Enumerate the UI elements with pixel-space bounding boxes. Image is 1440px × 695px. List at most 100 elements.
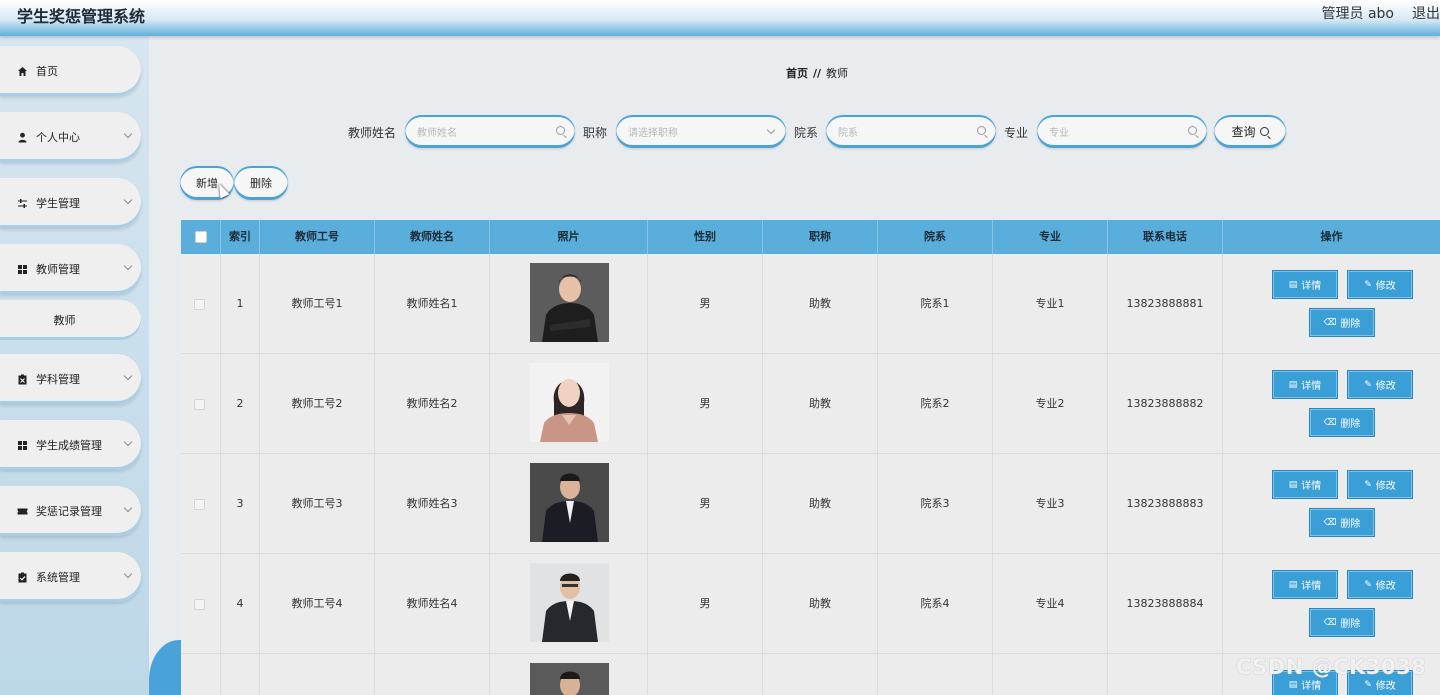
delete-button[interactable]: ⌫ 删除: [1310, 509, 1374, 536]
sidebar-item-label: 系统管理: [36, 571, 80, 584]
edit-button[interactable]: ✎ 修改: [1348, 571, 1412, 598]
chevron-up-icon: [123, 261, 133, 271]
column-header: 教师工号: [260, 220, 375, 254]
table-row: 1 教师工号1 教师姓名1 男 助教 院系1 专业1 13823888881 ▤…: [181, 254, 1440, 354]
row-checkbox[interactable]: [194, 599, 205, 610]
current-user: 管理员 abo: [1321, 6, 1394, 22]
teacher-name-label: 教师姓名: [348, 126, 397, 140]
chevron-down-icon: [123, 503, 133, 513]
trash-icon: ⌫: [1323, 417, 1337, 428]
delete-button[interactable]: ⌫ 删除: [1310, 309, 1374, 336]
detail-button-label: 详情: [1301, 481, 1322, 492]
document-icon: ▤: [1288, 279, 1298, 290]
document-icon: ▤: [1288, 679, 1298, 690]
edit-button-label: 修改: [1375, 681, 1396, 692]
column-header: 专业: [993, 220, 1108, 254]
teacher-photo: [530, 663, 609, 695]
chevron-down-icon: [123, 129, 133, 139]
major-placeholder: 专业: [1049, 128, 1069, 139]
sidebar-item-subjects[interactable]: 学科管理: [0, 354, 141, 404]
cell-teacher-name: 教师姓名2: [375, 354, 490, 454]
cell-phone: 13823888881: [1108, 254, 1223, 354]
teacher-photo: [530, 563, 609, 642]
detail-button[interactable]: ▤ 详情: [1273, 271, 1337, 298]
query-button[interactable]: 查询: [1214, 115, 1286, 148]
cell-department: [878, 654, 993, 695]
major-input[interactable]: 专业: [1037, 115, 1207, 148]
pencil-icon: ✎: [1364, 579, 1372, 590]
table-header: 索引 教师工号 教师姓名 照片 性别 职称 院系 专业 联系电话 操作: [181, 220, 1440, 254]
teacher-name-input[interactable]: 教师姓名: [405, 115, 575, 148]
cell-job-title: 助教: [763, 554, 878, 654]
sidebar-item-home[interactable]: 首页: [0, 46, 141, 96]
logout-link[interactable]: 退出: [1412, 3, 1440, 23]
sidebar-item-label: 学生成绩管理: [36, 439, 102, 452]
sidebar-item-teachers[interactable]: 教师管理: [0, 244, 141, 294]
sidebar-item-label: 学科管理: [36, 373, 80, 386]
cell-gender: 男: [648, 254, 763, 354]
search-icon: [977, 126, 986, 135]
delete-button-label: 删除: [1340, 519, 1361, 530]
sidebar-item-label: 首页: [36, 65, 58, 78]
row-select-cell: [181, 654, 221, 695]
pencil-icon: ✎: [1364, 379, 1372, 390]
chevron-down-icon: [123, 569, 133, 579]
sidebar-item-grades[interactable]: 学生成绩管理: [0, 420, 141, 470]
sidebar-subitem-teacher[interactable]: 教师: [0, 300, 141, 340]
cell-teacher-id: 教师工号3: [260, 454, 375, 554]
detail-button[interactable]: ▤ 详情: [1273, 471, 1337, 498]
edit-button-label: 修改: [1375, 281, 1396, 292]
column-header: 职称: [763, 220, 878, 254]
home-icon: [17, 66, 28, 77]
detail-button-label: 详情: [1301, 281, 1322, 292]
sidebar-item-students[interactable]: 学生管理: [0, 178, 141, 228]
cell-teacher-id: 教师工号2: [260, 354, 375, 454]
clipboard-x-icon: [17, 374, 28, 385]
top-bar: 学生奖惩管理系统 管理员 abo 退出: [0, 0, 1440, 36]
breadcrumb: 首页 // 教师: [786, 65, 848, 81]
row-select-cell: [181, 254, 221, 354]
edit-button[interactable]: ✎ 修改: [1348, 271, 1412, 298]
column-header: 教师姓名: [375, 220, 490, 254]
grid-icon: [17, 264, 28, 275]
edit-button-label: 修改: [1375, 481, 1396, 492]
search-icon: [1259, 127, 1269, 136]
bulk-delete-button[interactable]: 删除: [234, 166, 288, 200]
sidebar-item-label: 奖惩记录管理: [36, 505, 102, 518]
department-label: 院系: [794, 126, 819, 140]
delete-button[interactable]: ⌫ 删除: [1310, 409, 1374, 436]
department-placeholder: 院系: [838, 128, 858, 139]
select-all-checkbox[interactable]: [195, 231, 207, 243]
cell-major: 专业1: [993, 254, 1108, 354]
cell-operations: [1223, 554, 1440, 654]
edit-button[interactable]: ✎ 修改: [1348, 371, 1412, 398]
cell-major: 专业4: [993, 554, 1108, 654]
cell-gender: 男: [648, 454, 763, 554]
detail-button[interactable]: ▤ 详情: [1273, 371, 1337, 398]
detail-button[interactable]: ▤ 详情: [1273, 571, 1337, 598]
cell-department: 院系1: [878, 254, 993, 354]
cell-teacher-id: [260, 654, 375, 695]
cell-teacher-id: 教师工号1: [260, 254, 375, 354]
breadcrumb-home[interactable]: 首页: [786, 67, 808, 80]
detail-button-label: 详情: [1301, 681, 1322, 692]
sidebar-item-system[interactable]: 系统管理: [0, 552, 141, 602]
sidebar-item-profile[interactable]: 个人中心: [0, 112, 141, 162]
department-input[interactable]: 院系: [826, 115, 996, 148]
row-checkbox[interactable]: [194, 399, 205, 410]
row-checkbox[interactable]: [194, 299, 205, 310]
sidebar-item-rewards[interactable]: 奖惩记录管理: [0, 486, 141, 536]
delete-button[interactable]: ⌫ 删除: [1310, 609, 1374, 636]
detail-button-label: 详情: [1301, 381, 1322, 392]
cell-gender: [648, 654, 763, 695]
column-header: 院系: [878, 220, 993, 254]
row-checkbox[interactable]: [194, 499, 205, 510]
edit-button[interactable]: ✎ 修改: [1348, 471, 1412, 498]
breadcrumb-current: 教师: [826, 67, 849, 80]
column-header: 操作: [1320, 230, 1343, 243]
cell-phone: 13823888884: [1108, 554, 1223, 654]
cell-operations: [1223, 354, 1440, 454]
job-title-select[interactable]: 请选择职称: [616, 115, 786, 148]
cell-gender: 男: [648, 554, 763, 654]
decorative-wave: [149, 640, 183, 695]
